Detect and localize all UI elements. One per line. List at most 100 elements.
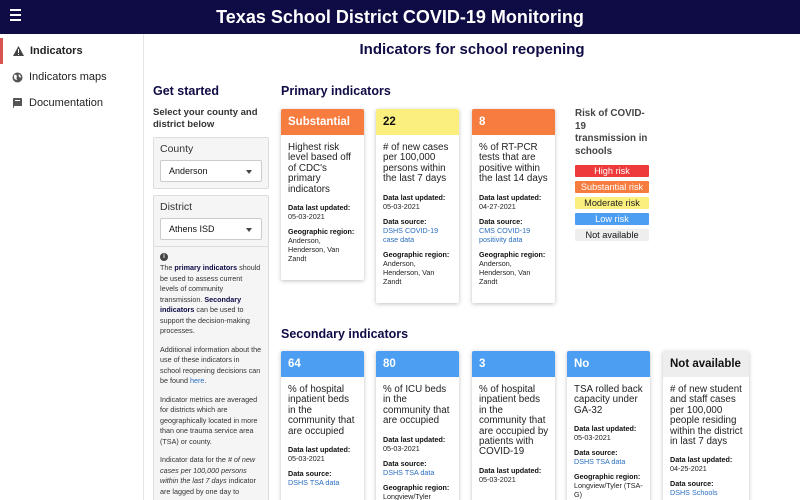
indicator-value: 22 (376, 109, 459, 135)
warning-icon (13, 46, 24, 57)
data-updated-label: Data last updated: (670, 455, 733, 465)
indicator-description: % of RT-PCR tests that are positive with… (479, 142, 548, 185)
data-source-link[interactable]: DSHS COVID-19 case data (383, 226, 453, 244)
data-updated-label: Data last updated: (288, 203, 351, 213)
info-here-link[interactable]: here (190, 376, 204, 385)
page-title: Indicators for school reopening (359, 41, 585, 58)
chevron-down-icon (246, 228, 252, 232)
geographic-region-value: Anderson, Henderson, Van Zandt (288, 236, 340, 264)
sidebar-item-indicators[interactable]: Indicators (0, 38, 143, 64)
sidebar-item-indicators-maps[interactable]: Indicators maps (0, 64, 143, 90)
info-text: Additional information about the use of … (160, 344, 262, 386)
info-paragraph-averaged: Indicator metrics are averaged for distr… (160, 394, 258, 446)
indicator-value: Substantial (281, 109, 364, 135)
data-updated-label: Data last updated: (383, 192, 446, 202)
book-icon (12, 97, 23, 109)
geographic-region-value: Longview/Tyler (383, 491, 431, 500)
globe-icon (12, 72, 23, 83)
indicator-card: 8 % of RT-PCR tests that are positive wi… (472, 109, 555, 303)
geographic-region-label: Geographic region: (288, 227, 355, 237)
legend-item-not-available: Not available (575, 229, 649, 241)
indicator-value: No (567, 351, 650, 377)
geographic-region-label: Geographic region: (383, 249, 450, 259)
data-updated-value: 05-03-2021 (383, 201, 420, 211)
indicator-description: Highest risk level based off of CDC's pr… (288, 142, 352, 195)
district-dropdown[interactable]: Athens ISD (160, 218, 262, 240)
indicator-value: 64 (281, 351, 364, 377)
county-label: County (160, 143, 194, 155)
data-updated-value: 05-03-2021 (479, 474, 516, 484)
sidebar-item-label: Indicators maps (29, 71, 107, 83)
indicator-description: % of ICU beds in the community that are … (383, 384, 450, 427)
county-dropdown[interactable]: Anderson (160, 160, 262, 182)
indicator-card: No TSA rolled back capacity under GA-32 … (567, 351, 650, 500)
geographic-region-label: Geographic region: (574, 472, 641, 482)
data-updated-label: Data last updated: (383, 434, 446, 444)
data-updated-value: 05-03-2021 (288, 454, 325, 464)
info-box: i The primary indicators should be used … (153, 246, 269, 500)
indicator-card: 80 % of ICU beds in the community that a… (376, 351, 459, 500)
top-bar: Texas School District COVID-19 Monitorin… (0, 0, 800, 34)
sidebar-item-label: Indicators (30, 45, 83, 57)
county-select-box: County Anderson (153, 137, 269, 189)
info-text: Indicator data for the (160, 455, 228, 464)
district-label: District (160, 201, 193, 213)
indicator-description: % of hospital inpatient beds in the comm… (479, 384, 549, 458)
indicator-description: # of new cases per 100,000 persons withi… (383, 142, 449, 185)
indicator-card: Substantial Highest risk level based off… (281, 109, 364, 280)
indicator-value: 8 (472, 109, 555, 135)
info-paragraph-indicators: The primary indicators should be used to… (160, 263, 262, 337)
district-value: Athens ISD (169, 224, 215, 234)
get-started-heading: Get started (153, 84, 219, 98)
geographic-region-label: Geographic region: (383, 482, 450, 492)
data-updated-value: 04-25-2021 (670, 464, 707, 474)
data-updated-value: 05-03-2021 (288, 212, 325, 222)
data-source-link[interactable]: DSHS Schools (670, 488, 743, 497)
data-source-label: Data source: (574, 448, 618, 458)
indicator-description: # of new student and staff cases per 100… (670, 384, 743, 448)
risk-legend: Risk of COVID-19 transmission in schools… (575, 108, 649, 245)
data-source-label: Data source: (383, 458, 427, 468)
indicator-card: 22 # of new cases per 100,000 persons wi… (376, 109, 459, 303)
info-paragraph-lag: Indicator data for the # of new cases pe… (160, 455, 262, 497)
data-updated-value: 05-03-2021 (574, 433, 611, 443)
geographic-region-value: Longview/Tyler (TSA-G) (574, 481, 643, 500)
info-primary-term: primary indicators (174, 263, 238, 272)
data-source-link[interactable]: DSHS TSA data (383, 468, 453, 477)
data-source-label: Data source: (288, 469, 332, 479)
info-text: . (204, 376, 207, 385)
data-updated-label: Data last updated: (479, 192, 542, 202)
primary-indicators-heading: Primary indicators (281, 84, 391, 98)
indicator-card: Not available # of new student and staff… (663, 351, 749, 500)
select-prompt: Select your county and district below (153, 107, 258, 130)
data-updated-value: 05-03-2021 (383, 443, 420, 453)
data-updated-label: Data last updated: (574, 424, 637, 434)
data-source-label: Data source: (479, 216, 523, 226)
sidebar-item-label: Documentation (29, 97, 103, 109)
get-started-panel: Get started Select your county and distr… (153, 84, 269, 247)
data-source-link[interactable]: DSHS TSA data (574, 457, 644, 466)
data-updated-label: Data last updated: (479, 465, 542, 475)
geographic-region-label: Geographic region: (479, 249, 546, 259)
info-icon: i (160, 253, 168, 261)
district-select-box: District Athens ISD (153, 195, 269, 247)
indicator-value: 80 (376, 351, 459, 377)
info-text: The (160, 263, 175, 272)
data-source-label: Data source: (670, 479, 714, 489)
sidebar: Indicators Indicators maps Documentation (0, 34, 144, 500)
legend-item-moderate: Moderate risk (575, 197, 649, 209)
legend-item-substantial: Substantial risk (575, 181, 649, 193)
info-paragraph-additional: Additional information about the use of … (160, 345, 262, 387)
geographic-region-value: Anderson, Henderson, Van Zandt (383, 258, 435, 286)
indicator-description: % of hospital inpatient beds in the comm… (288, 384, 355, 437)
indicator-value: Not available (663, 351, 749, 377)
app-title: Texas School District COVID-19 Monitorin… (216, 7, 584, 27)
data-source-link[interactable]: CMS COVID-19 positivity data (479, 226, 549, 244)
sidebar-item-documentation[interactable]: Documentation (0, 90, 143, 116)
data-updated-label: Data last updated: (288, 445, 351, 455)
geographic-region-value: Anderson, Henderson, Van Zandt (479, 258, 531, 286)
data-source-label: Data source: (383, 216, 427, 226)
indicator-description: TSA rolled back capacity under GA-32 (574, 384, 643, 416)
data-source-link[interactable]: DSHS TSA data (288, 478, 358, 487)
secondary-indicators-heading: Secondary indicators (281, 327, 409, 341)
